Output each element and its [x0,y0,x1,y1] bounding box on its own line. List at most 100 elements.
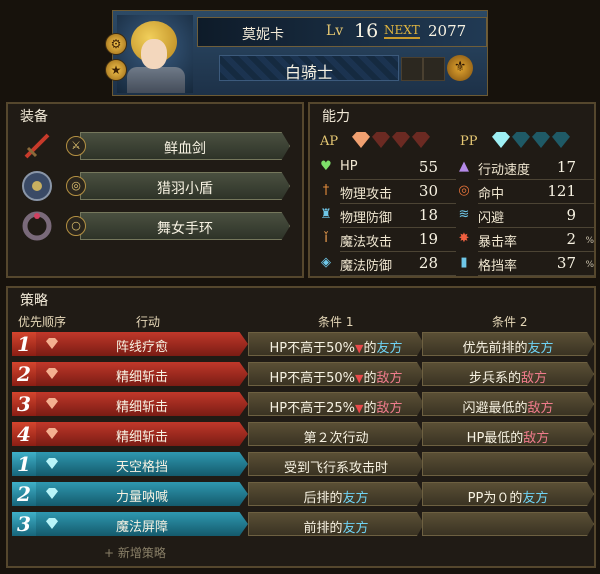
priority-number: 2 [12,482,36,506]
action-button[interactable]: 天空格挡 [36,452,248,476]
crest-icon[interactable]: ⚜ [447,55,473,81]
skill-slot-1[interactable] [401,57,423,81]
sword-icon [20,130,54,162]
weapon-slot-icon: ⚔ [66,136,86,156]
party-badge-icon: ⚙ [105,33,127,55]
condition1-button[interactable]: 第２次行动 [248,422,424,446]
evade-icon: ≋ [458,207,470,222]
pp-gem [492,132,510,148]
stat-label: 暴击率 [478,235,518,250]
condition1-button[interactable]: 受到飞行系攻击时 [248,452,424,476]
stat-row: ♥ HP 55 [318,156,456,180]
ap-gem [352,132,370,148]
condition-part: 的 [363,371,377,386]
condition-part: PP为０的 [467,491,523,506]
stat-label: 格挡率 [478,259,518,274]
condition1-text: 前排的友方 [249,517,423,536]
equip-row-shield[interactable]: 猎羽小盾 ◎ [20,170,292,201]
ability-panel: 能力 AP PP ♥ HP 55 † 物理攻击 30 ♜ 物理防御 18 ǐ 魔法攻击 19 ◈ 魔法防御… [308,102,596,278]
ability-title: 能力 [322,109,350,125]
condition2-button[interactable]: PP为０的友方 [422,482,594,506]
pp-gem [532,132,550,148]
stat-label: 魔法攻击 [340,235,393,250]
action-button[interactable]: 精细斩击 [36,362,248,386]
level-value: 16 [354,20,379,42]
character-class: 白骑士 [284,63,333,82]
condition-part: 的 [363,401,377,416]
block-icon: ▮ [460,255,468,270]
character-portrait[interactable] [117,15,193,93]
strategy-row[interactable]: 3 精细斩击 HP不高于25%▼的敌方 闪避最低的敌方 [12,392,594,416]
weapon-bar[interactable]: 鲜血剑 [80,132,290,160]
strategy-row[interactable]: 2 力量呐喊 后排的友方 PP为０的友方 [12,482,594,506]
condition-part: 敌方 [521,371,548,386]
condition1-button[interactable]: HP不高于50%▼的友方 [248,332,424,356]
action-button[interactable]: 阵线疗愈 [36,332,248,356]
condition-part: 友方 [522,491,549,506]
strategy-row[interactable]: 1 阵线疗愈 HP不高于50%▼的友方 优先前排的友方 [12,332,594,356]
pp-gem [552,132,570,148]
staff-icon: ǐ [324,231,328,246]
stat-row: ♜ 物理防御 18 [318,204,456,228]
equip-row-weapon[interactable]: 鲜血剑 ⚔ [20,130,292,160]
condition2-button[interactable] [422,512,594,536]
condition-part: 前排的 [303,521,343,536]
equip-row-accessory[interactable]: 舞女手环 ○ [20,210,292,241]
add-strategy-button[interactable]: + 新增策略 [104,544,166,561]
condition2-button[interactable]: 步兵系的敌方 [422,362,594,386]
col-action: 行动 [136,315,161,329]
sword-icon: † [322,183,330,198]
condition-part: 受到飞行系攻击时 [283,461,388,476]
action-button[interactable]: 魔法屏障 [36,512,248,536]
action-button[interactable]: 力量呐喊 [36,482,248,506]
next-exp-value: 2077 [428,22,467,40]
strategy-row[interactable]: 2 精细斩击 HP不高于50%▼的敌方 步兵系的敌方 [12,362,594,386]
strategy-row[interactable]: 3 魔法屏障 前排的友方 [12,512,594,536]
stat-row: ▮ 格挡率 37% [456,252,594,276]
condition2-button[interactable]: 闪避最低的敌方 [422,392,594,416]
accessory-bar[interactable]: 舞女手环 [80,212,290,240]
stat-value: 37 [556,254,576,272]
stat-unit: % [585,260,594,270]
condition1-button[interactable]: 后排的友方 [248,482,424,506]
strategy-title: 策略 [20,293,48,309]
stat-row: ✸ 暴击率 2% [456,228,594,252]
condition-part: 第２次行动 [303,431,369,446]
strategy-row[interactable]: 1 天空格挡 受到飞行系攻击时 [12,452,594,476]
condition2-button[interactable]: HP最低的敌方 [422,422,594,446]
condition-part: 闪避最低的 [462,401,528,416]
skill-slot-2[interactable] [423,57,445,81]
condition2-button[interactable]: 优先前排的友方 [422,332,594,356]
stat-value: 2 [566,230,576,248]
condition1-button[interactable]: HP不高于25%▼的敌方 [248,392,424,416]
condition1-button[interactable]: HP不高于50%▼的敌方 [248,362,424,386]
condition-part: 前排的 [488,341,528,356]
condition-part: HP不高于50% [269,371,355,386]
condition-part: 优先 [462,341,489,356]
condition1-button[interactable]: 前排的友方 [248,512,424,536]
boot-icon: ▲ [459,159,469,174]
magic-shield-icon: ◈ [321,255,331,270]
condition1-text: HP不高于25%▼的敌方 [249,397,423,416]
accessory-slot-icon: ○ [66,216,86,236]
stat-value: 9 [566,206,576,224]
stat-label: 魔法防御 [340,259,393,274]
action-button[interactable]: 精细斩击 [36,422,248,446]
condition2-button[interactable] [422,452,594,476]
ap-gem [412,132,430,148]
star-badge-icon: ★ [105,59,127,81]
action-label: 精细斩击 [115,430,168,445]
condition-part: 的 [363,341,377,356]
action-label: 天空格挡 [115,460,168,475]
condition-part: 友方 [376,341,403,356]
next-exp-label: NEXT [384,23,420,39]
action-label: 精细斩击 [115,400,168,415]
action-button[interactable]: 精细斩击 [36,392,248,416]
condition-part: 敌方 [527,401,554,416]
strategy-row[interactable]: 4 精细斩击 第２次行动 HP最低的敌方 [12,422,594,446]
action-label: 精细斩击 [115,370,168,385]
condition1-text: 受到飞行系攻击时 [249,457,423,476]
stat-row: ǐ 魔法攻击 19 [318,228,456,252]
condition-part: 敌方 [376,371,403,386]
shield-bar[interactable]: 猎羽小盾 [80,172,290,200]
